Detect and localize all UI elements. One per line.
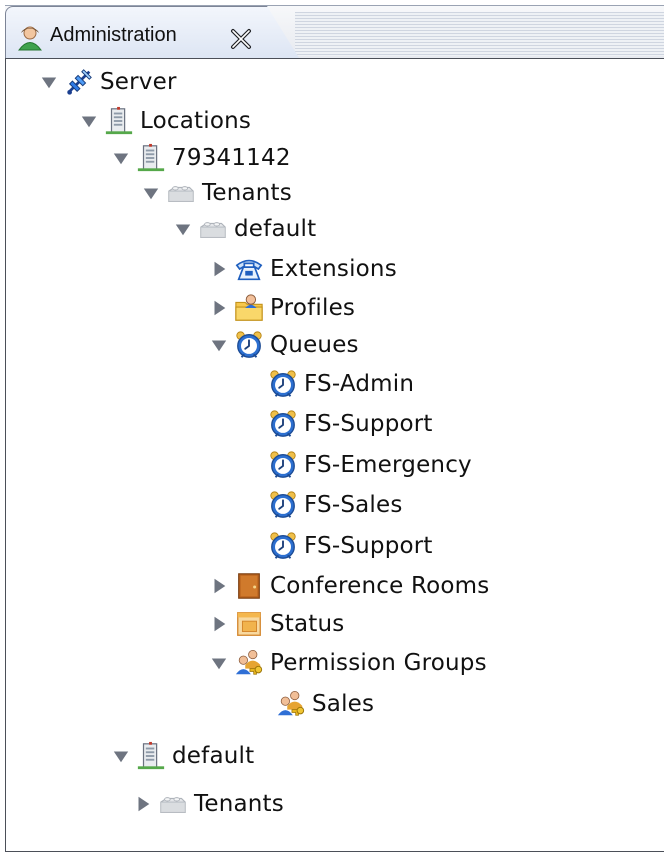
tree-node-status[interactable]: Status bbox=[206, 606, 345, 642]
tree-node-profiles[interactable]: Profiles bbox=[206, 290, 355, 326]
phone-icon bbox=[234, 254, 264, 284]
tree-node-queue[interactable]: FS-Support bbox=[240, 528, 433, 564]
expand-toggle[interactable] bbox=[206, 297, 232, 319]
status-icon bbox=[234, 609, 264, 639]
alarm-clock-icon bbox=[234, 330, 264, 360]
tree-node-tenant-default[interactable]: default bbox=[170, 211, 316, 247]
chevron-down-icon[interactable] bbox=[40, 73, 58, 91]
server-icon bbox=[64, 67, 94, 97]
user-group-key-icon bbox=[234, 648, 264, 678]
expand-toggle[interactable] bbox=[206, 575, 232, 597]
tree-node-permission-group[interactable]: Sales bbox=[248, 686, 374, 722]
building-icon bbox=[136, 143, 166, 173]
expand-toggle[interactable] bbox=[206, 334, 232, 356]
tab-administration[interactable]: Administration bbox=[5, 6, 301, 61]
chevron-down-icon[interactable] bbox=[174, 220, 192, 238]
chevron-right-icon[interactable] bbox=[134, 795, 152, 813]
expand-toggle[interactable] bbox=[206, 613, 232, 635]
tree-label: FS-Emergency bbox=[304, 452, 472, 478]
tree-node-queue[interactable]: FS-Admin bbox=[240, 366, 414, 402]
tree-node-tenants[interactable]: Tenants bbox=[138, 175, 292, 211]
alarm-clock-icon bbox=[268, 490, 298, 520]
chevron-down-icon[interactable] bbox=[142, 184, 160, 202]
user-icon bbox=[18, 26, 42, 51]
building-icon bbox=[104, 106, 134, 136]
tree-label: Queues bbox=[270, 332, 359, 358]
tree-label: Sales bbox=[312, 691, 375, 717]
tree-label: FS-Support bbox=[304, 533, 433, 559]
tree-label: Tenants bbox=[202, 180, 292, 206]
chevron-right-icon[interactable] bbox=[210, 615, 228, 633]
user-group-key-icon bbox=[276, 689, 306, 719]
tenant-icon bbox=[198, 214, 228, 244]
tree-label: Extensions bbox=[270, 256, 397, 282]
tree-label: Conference Rooms bbox=[270, 573, 490, 599]
building-icon bbox=[136, 741, 166, 771]
expand-toggle[interactable] bbox=[170, 218, 196, 240]
tree-label: Profiles bbox=[270, 295, 356, 321]
chevron-down-icon[interactable] bbox=[210, 336, 228, 354]
tree-node-location-default[interactable]: default bbox=[108, 738, 254, 774]
tenant-icon bbox=[166, 178, 196, 208]
tree-node-queue[interactable]: FS-Sales bbox=[240, 487, 403, 523]
tab-title: Administration bbox=[50, 24, 177, 46]
tree-node-extensions[interactable]: Extensions bbox=[206, 251, 397, 287]
chevron-down-icon[interactable] bbox=[112, 747, 130, 765]
expand-toggle[interactable] bbox=[108, 745, 134, 767]
tree-label: Status bbox=[270, 611, 345, 637]
alarm-clock-icon bbox=[268, 531, 298, 561]
expand-toggle[interactable] bbox=[76, 110, 102, 132]
close-icon[interactable] bbox=[228, 26, 254, 52]
tree-label: 79341142 bbox=[172, 145, 291, 171]
expand-toggle[interactable] bbox=[36, 71, 62, 93]
tree-label: Tenants bbox=[194, 791, 284, 817]
tree-node-conference-rooms[interactable]: Conference Rooms bbox=[206, 568, 489, 604]
tree-node-queues[interactable]: Queues bbox=[206, 327, 359, 363]
expand-toggle[interactable] bbox=[108, 147, 134, 169]
tree-label: FS-Admin bbox=[304, 371, 415, 397]
alarm-clock-icon bbox=[268, 450, 298, 480]
chevron-right-icon[interactable] bbox=[210, 260, 228, 278]
tree-label: default bbox=[234, 216, 317, 242]
tree-node-queue[interactable]: FS-Emergency bbox=[240, 447, 472, 483]
tree-label: FS-Sales bbox=[304, 492, 403, 518]
tenant-icon bbox=[158, 789, 188, 819]
door-icon bbox=[234, 571, 264, 601]
tree-node-server[interactable]: Server bbox=[36, 64, 177, 100]
tree-label: Server bbox=[100, 69, 177, 95]
chevron-down-icon[interactable] bbox=[80, 112, 98, 130]
tree-node-queue[interactable]: FS-Support bbox=[240, 406, 433, 442]
tree-node-permission-groups[interactable]: Permission Groups bbox=[206, 645, 487, 681]
expand-toggle[interactable] bbox=[138, 182, 164, 204]
tree-label: Permission Groups bbox=[270, 650, 487, 676]
chevron-down-icon[interactable] bbox=[112, 149, 130, 167]
editor-tab-bar: Administration bbox=[5, 5, 664, 61]
expand-toggle[interactable] bbox=[206, 652, 232, 674]
tree-node-location-79341142[interactable]: 79341142 bbox=[108, 140, 291, 176]
tree-label: Locations bbox=[140, 108, 252, 134]
chevron-right-icon[interactable] bbox=[210, 577, 228, 595]
tree-label: FS-Support bbox=[304, 411, 433, 437]
expand-toggle[interactable] bbox=[206, 258, 232, 280]
tree-node-locations[interactable]: Locations bbox=[76, 103, 251, 139]
profile-folder-icon bbox=[234, 293, 264, 323]
alarm-clock-icon bbox=[268, 369, 298, 399]
tree-label: default bbox=[172, 743, 255, 769]
alarm-clock-icon bbox=[268, 409, 298, 439]
tree-node-tenants[interactable]: Tenants bbox=[130, 786, 284, 822]
expand-toggle[interactable] bbox=[130, 793, 156, 815]
chevron-down-icon[interactable] bbox=[210, 654, 228, 672]
chevron-right-icon[interactable] bbox=[210, 299, 228, 317]
